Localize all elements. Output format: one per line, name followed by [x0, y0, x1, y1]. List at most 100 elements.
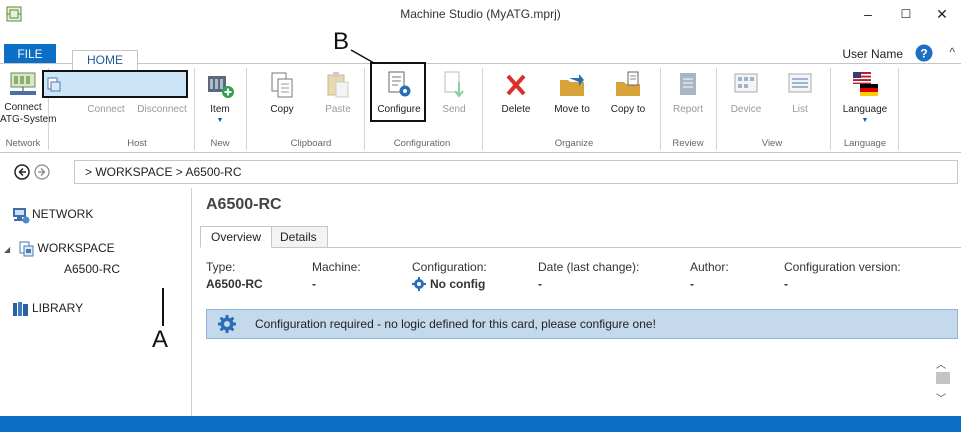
page-title: A6500-RC	[206, 196, 282, 213]
item-label: Item	[210, 104, 230, 115]
author-label: Author:	[690, 260, 729, 274]
configuration-version-value: -	[784, 277, 788, 291]
connect-atg-system-button[interactable]: Connect ATG-System	[0, 66, 56, 138]
tree-label-library: LIBRARY	[32, 301, 84, 316]
home-tab[interactable]: HOME	[72, 50, 138, 70]
configuration-version-label: Configuration version:	[784, 260, 901, 274]
breadcrumb: > WORKSPACE > A6500-RC	[85, 165, 242, 179]
language-button[interactable]: Language ▼	[838, 66, 892, 138]
ribbon-divider	[482, 68, 483, 150]
copy-to-button[interactable]: Copy to	[604, 66, 652, 138]
group-label-language: Language	[843, 138, 887, 149]
paste-label: Paste	[325, 104, 351, 115]
send-icon	[444, 71, 464, 98]
machine-value: -	[312, 277, 316, 291]
copy-label: Copy	[270, 104, 294, 115]
configuration-label: Configuration:	[412, 260, 487, 274]
group-label-configuration: Configuration	[393, 138, 451, 149]
forward-arrow-icon[interactable]	[34, 164, 50, 180]
file-tab[interactable]: FILE	[4, 44, 56, 64]
back-arrow-icon[interactable]	[14, 164, 30, 180]
minimize-button[interactable]: –	[856, 3, 880, 25]
language-label: Language	[842, 104, 888, 115]
author-value: -	[690, 277, 694, 291]
tab-underline	[200, 247, 961, 248]
tab-details[interactable]: Details	[269, 226, 328, 248]
group-label-clipboard: Clipboard	[290, 138, 332, 149]
date-value: -	[538, 277, 542, 291]
new-item-button[interactable]: Item ▼	[200, 66, 240, 138]
scrollbar-thumb[interactable]	[936, 372, 950, 384]
collapse-ribbon-icon[interactable]: ^	[949, 45, 955, 59]
delete-button[interactable]: Delete	[496, 66, 536, 138]
ribbon-divider	[660, 68, 661, 150]
ribbon-divider	[364, 68, 365, 150]
report-button[interactable]: Report	[668, 66, 708, 138]
add-item-icon	[208, 76, 234, 98]
callout-a-label: A	[152, 326, 169, 353]
date-label: Date (last change):	[538, 260, 640, 274]
menu-tab-row: FILE HOME User Name ? ^	[0, 36, 961, 70]
ribbon-divider	[898, 68, 899, 150]
address-box[interactable]: > WORKSPACE > A6500-RC	[74, 160, 958, 184]
group-label-view: View	[761, 138, 783, 149]
tree-label-workspace: WORKSPACE	[37, 241, 115, 256]
callout-a-leader	[162, 288, 164, 326]
configuration-message: Configuration required - no logic define…	[255, 317, 656, 331]
help-icon[interactable]: ?	[915, 44, 933, 62]
dropdown-arrow-icon: ▼	[861, 117, 869, 124]
scroll-down-icon[interactable]: ﹀	[936, 390, 946, 405]
ribbon-divider	[246, 68, 247, 150]
paste-icon	[327, 72, 349, 98]
gear-icon	[412, 277, 426, 291]
language-flags-icon	[853, 72, 878, 96]
tree-item-a6500-rc[interactable]	[42, 70, 188, 98]
move-folder-icon	[560, 74, 584, 96]
gear-icon	[218, 315, 236, 333]
copy-button[interactable]: Copy	[264, 66, 300, 138]
tab-overview[interactable]: Overview	[200, 226, 273, 248]
tree-item-network[interactable]: NETWORK	[12, 206, 93, 224]
ribbon-divider	[716, 68, 717, 150]
library-icon	[13, 302, 28, 316]
ribbon-divider	[830, 68, 831, 150]
server-network-icon	[10, 72, 36, 95]
configuration-required-bar[interactable]: Configuration required - no logic define…	[206, 309, 958, 339]
title-bar: Machine Studio (MyATG.mprj) – ☐ ✕	[0, 0, 961, 30]
status-bar	[0, 416, 961, 432]
list-view-icon	[788, 73, 812, 93]
close-button[interactable]: ✕	[930, 3, 954, 25]
device-view-icon	[734, 73, 758, 93]
connect-atg-label: Connect	[4, 102, 42, 113]
group-label-host: Host	[127, 138, 147, 149]
report-label: Report	[672, 104, 703, 115]
card-icon	[47, 77, 61, 92]
group-label-organize: Organize	[554, 138, 594, 149]
move-to-label: Move to	[554, 104, 590, 115]
user-name[interactable]: User Name	[842, 47, 903, 61]
delete-x-icon	[506, 74, 526, 96]
group-label-network: Network	[5, 138, 41, 149]
main-panel: A6500-RC Overview Details Type: A6500-RC…	[194, 188, 961, 416]
tree-expand-icon[interactable]: ◢	[4, 245, 10, 254]
window-title: Machine Studio (MyATG.mprj)	[400, 7, 561, 21]
tree-item-workspace[interactable]: ◢ WORKSPACE	[4, 240, 115, 258]
callout-b-box	[370, 62, 426, 122]
move-to-button[interactable]: Move to	[548, 66, 596, 138]
paste-button[interactable]: Paste	[318, 66, 358, 138]
list-view-button[interactable]: List	[780, 66, 820, 138]
scroll-up-icon[interactable]: ︿	[936, 356, 946, 371]
connect-label: Connect	[87, 104, 125, 115]
device-view-button[interactable]: Device	[724, 66, 768, 138]
workspace-icon	[19, 241, 33, 257]
navigation-bar: > WORKSPACE > A6500-RC	[0, 156, 961, 186]
callout-b-label: B	[333, 28, 350, 55]
tree-item-library[interactable]: LIBRARY	[12, 300, 83, 318]
send-button[interactable]: Send	[436, 66, 472, 138]
disconnect-label: Disconnect	[137, 104, 187, 115]
device-label: Device	[730, 104, 762, 115]
type-label: Type:	[206, 260, 236, 274]
network-icon	[13, 208, 30, 224]
maximize-button[interactable]: ☐	[894, 3, 918, 25]
list-label: List	[792, 104, 808, 115]
